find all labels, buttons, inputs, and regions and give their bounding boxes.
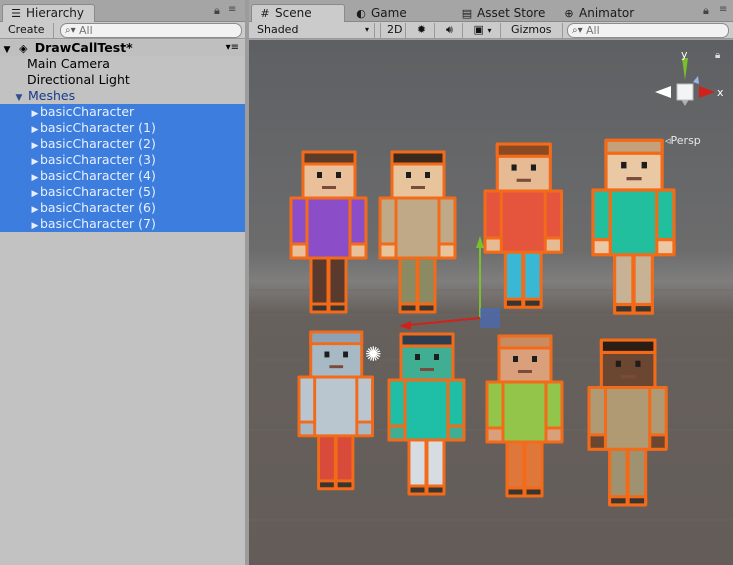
list-icon: ☰ [11,7,21,20]
y-axis-arrow-icon[interactable] [476,236,484,248]
scene-panel: # Scene ◐ Game ▤ Asset Store ⊕ Animator 🔒︎ ≡… [249,0,733,565]
hierarchy-item-basiccharacter-5[interactable]: ▶ basicCharacter (5) [0,184,245,200]
hierarchy-search-input[interactable]: ⌕▾ All [60,23,242,38]
effects-dropdown-icon[interactable]: ▣ ▾ [465,23,501,38]
panel-menu-icon[interactable]: ≡ [719,4,727,15]
unity-scene-icon: ◈ [19,42,28,55]
2d-toggle-button[interactable]: 2D [380,23,406,38]
scene-tabstrip: # Scene ◐ Game ▤ Asset Store ⊕ Animator 🔒︎ ≡ [249,0,733,23]
x-axis-handle[interactable] [408,317,481,326]
gizmo-lock-icon[interactable]: 🔒︎ [715,50,720,61]
create-dropdown[interactable]: Create ▾ [2,23,54,49]
xy-plane-handle[interactable] [480,308,500,328]
hierarchy-tabstrip: ☰ Hierarchy 🔒︎ ≡ [0,0,245,23]
hierarchy-item-basiccharacter-7[interactable]: ▶ basicCharacter (7) [0,216,245,232]
hierarchy-item-basiccharacter-2[interactable]: ▶ basicCharacter (2) [0,136,245,152]
dropdown-arrow-icon: ▾ [364,25,369,34]
tab-game[interactable]: ◐ Game [347,4,451,22]
sun-light-icon[interactable]: ✺ [365,342,382,366]
hierarchy-item-main-camera[interactable]: Main Camera [0,56,245,72]
collapse-triangle-icon[interactable]: ▶ [30,218,40,234]
scene-menu-icon[interactable]: ▾≡ [226,40,239,56]
shading-mode-dropdown[interactable]: Shaded ▾ [251,23,375,38]
hierarchy-item-basiccharacter[interactable]: ▶ basicCharacter [0,104,245,120]
x-axis-arrow-icon[interactable] [399,321,411,330]
gizmos-dropdown[interactable]: Gizmos ▾ [505,23,563,49]
search-icon: ⌕▾ [65,25,76,36]
hierarchy-item-basiccharacter-1[interactable]: ▶ basicCharacter (1) [0,120,245,136]
tab-hierarchy[interactable]: ☰ Hierarchy [2,4,95,23]
scene-toolbar: Shaded ▾ 2D ✹ 🔊︎ ▣ ▾ Gizmos ▾ ⌕▾ All [249,22,733,49]
scene-root-row[interactable]: ▼ ◈ DrawCallTest* ▾≡ [0,40,245,56]
hierarchy-item-meshes[interactable]: ▼ Meshes [0,88,245,104]
store-bag-icon: ▤ [461,7,473,20]
tab-asset-store[interactable]: ▤ Asset Store [453,4,557,22]
lighting-toggle-icon[interactable]: ✹ [409,23,435,38]
projection-label[interactable]: ◃Persp [665,134,701,147]
lock-icon[interactable]: 🔒︎ [214,4,220,18]
hierarchy-item-basiccharacter-3[interactable]: ▶ basicCharacter (3) [0,152,245,168]
gizmo-y-label: y [681,48,688,61]
animator-icon: ⊕ [564,7,574,20]
scene-search-input[interactable]: ⌕▾ All [567,23,729,38]
scene-grid-icon: # [260,7,270,20]
gizmo-x-label: x [717,86,724,99]
hierarchy-item-basiccharacter-4[interactable]: ▶ basicCharacter (4) [0,168,245,184]
tab-animator[interactable]: ⊕ Animator [555,4,665,22]
hierarchy-panel: ☰Hierarchy 🔒︎ ≡ Create ▾ ⌕▾ All ▼ ◈ Draw… [0,0,245,565]
hierarchy-item-directional-light[interactable]: Directional Light [0,72,245,88]
lock-icon[interactable]: 🔒︎ [703,4,709,18]
panel-menu-icon[interactable]: ≡ [228,4,236,15]
hierarchy-item-basiccharacter-6[interactable]: ▶ basicCharacter (6) [0,200,245,216]
search-icon: ⌕▾ [572,25,583,36]
tab-scene[interactable]: # Scene [251,4,345,23]
game-controller-icon: ◐ [356,7,366,20]
audio-toggle-icon[interactable]: 🔊︎ [437,23,463,38]
hierarchy-toolbar: Create ▾ ⌕▾ All [0,22,245,49]
scene-viewport[interactable]: ✺ y x 🔒︎ ◃Persp [249,40,733,565]
